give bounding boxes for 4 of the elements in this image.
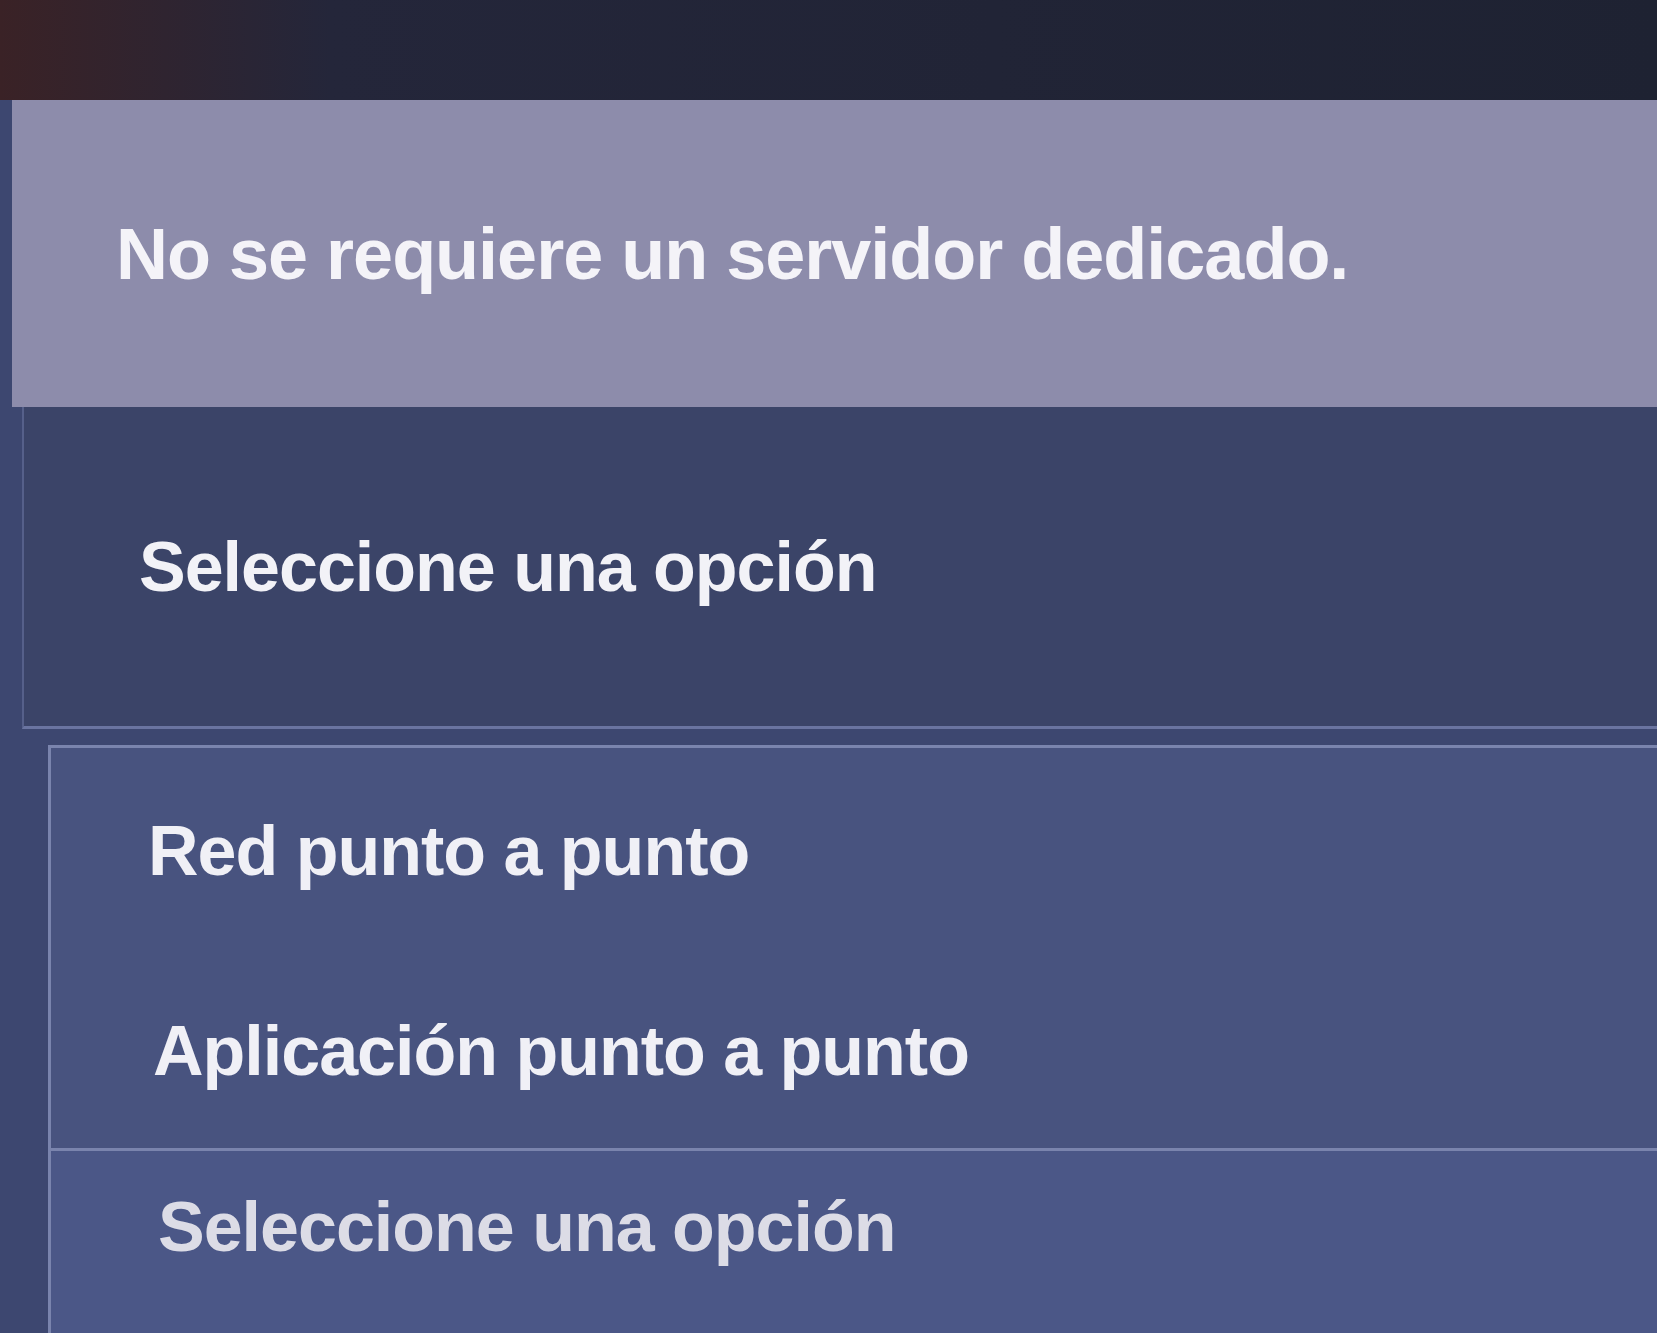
dropdown-option[interactable]: Aplicación punto a punto	[51, 953, 1657, 1148]
dropdown-option[interactable]: Red punto a punto	[51, 748, 1657, 953]
select-field[interactable]: Seleccione una opción	[22, 407, 1657, 729]
select-field[interactable]: Seleccione una opción	[51, 1148, 1657, 1333]
